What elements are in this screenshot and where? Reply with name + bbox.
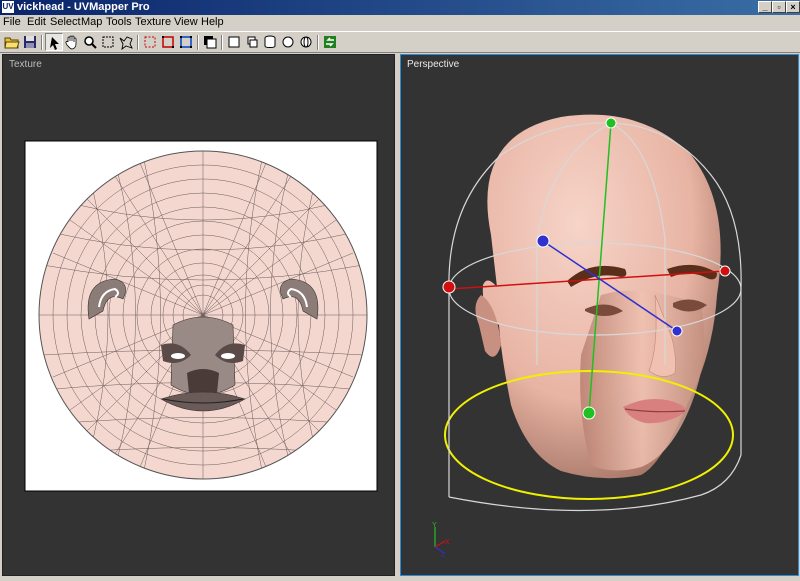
- texture-viewport[interactable]: Texture: [2, 54, 395, 576]
- menu-help[interactable]: Help: [201, 16, 224, 29]
- apply-mapping-icon[interactable]: [321, 33, 339, 51]
- window-title: vickhead - UVMapper Pro: [17, 1, 150, 13]
- gizmo-handle-blue-far[interactable]: [671, 325, 683, 337]
- menu-map[interactable]: Map: [81, 16, 102, 29]
- toolbar-separator: [41, 35, 43, 50]
- perspective-canvas[interactable]: Y X Z: [401, 55, 800, 577]
- toolbar-separator: [137, 35, 139, 50]
- sphere-map-icon[interactable]: [279, 33, 297, 51]
- cylinder-map-icon[interactable]: [243, 33, 261, 51]
- torus-map-icon[interactable]: [297, 33, 315, 51]
- minimize-button[interactable]: _: [758, 1, 772, 13]
- menu-bar: File Edit Select Map Tools Texture View …: [0, 15, 800, 30]
- gizmo-handle-top[interactable]: [605, 117, 617, 129]
- open-folder-icon[interactable]: [3, 33, 21, 51]
- toolbar: [0, 31, 800, 53]
- menu-texture[interactable]: Texture: [135, 16, 171, 29]
- toolbar-separator: [317, 35, 319, 50]
- status-bar: [0, 576, 800, 581]
- close-button[interactable]: ×: [786, 1, 800, 13]
- texture-canvas[interactable]: [3, 55, 396, 577]
- select-arrow-icon[interactable]: [45, 33, 63, 51]
- gizmo-handle-left[interactable]: [442, 280, 456, 294]
- restore-button[interactable]: ▫: [772, 1, 786, 13]
- toolbar-separator: [221, 35, 223, 50]
- menu-file[interactable]: File: [3, 16, 21, 29]
- lasso-select-icon[interactable]: [117, 33, 135, 51]
- perspective-viewport[interactable]: Perspective Y X Z: [400, 54, 799, 576]
- zoom-magnifier-icon[interactable]: [81, 33, 99, 51]
- uvmapper-app-icon[interactable]: UV: [2, 1, 14, 13]
- menu-tools[interactable]: Tools: [106, 16, 132, 29]
- select-edges-icon[interactable]: [159, 33, 177, 51]
- gizmo-handle-right[interactable]: [719, 265, 731, 277]
- copy-window-icon[interactable]: [201, 33, 219, 51]
- cylinder-cap-map-icon[interactable]: [261, 33, 279, 51]
- gizmo-handle-center[interactable]: [582, 406, 596, 420]
- select-faces-icon[interactable]: [177, 33, 195, 51]
- axis-label-x: X: [445, 539, 450, 546]
- menu-select[interactable]: Select: [50, 16, 81, 29]
- axis-label-z: Z: [441, 552, 446, 559]
- toolbar-separator: [197, 35, 199, 50]
- axis-orientation-gizmo: Y X Z: [432, 522, 450, 559]
- select-vertices-icon[interactable]: [141, 33, 159, 51]
- pan-hand-icon[interactable]: [63, 33, 81, 51]
- menu-view[interactable]: View: [174, 16, 198, 29]
- axis-label-y: Y: [432, 522, 437, 529]
- box-map-icon[interactable]: [225, 33, 243, 51]
- gizmo-handle-blue-near[interactable]: [536, 234, 550, 248]
- uv-facial-features: [160, 316, 246, 412]
- save-disk-icon[interactable]: [21, 33, 39, 51]
- title-bar[interactable]: UV vickhead - UVMapper Pro _ ▫ ×: [0, 0, 800, 15]
- marquee-select-icon[interactable]: [99, 33, 117, 51]
- menu-edit[interactable]: Edit: [27, 16, 46, 29]
